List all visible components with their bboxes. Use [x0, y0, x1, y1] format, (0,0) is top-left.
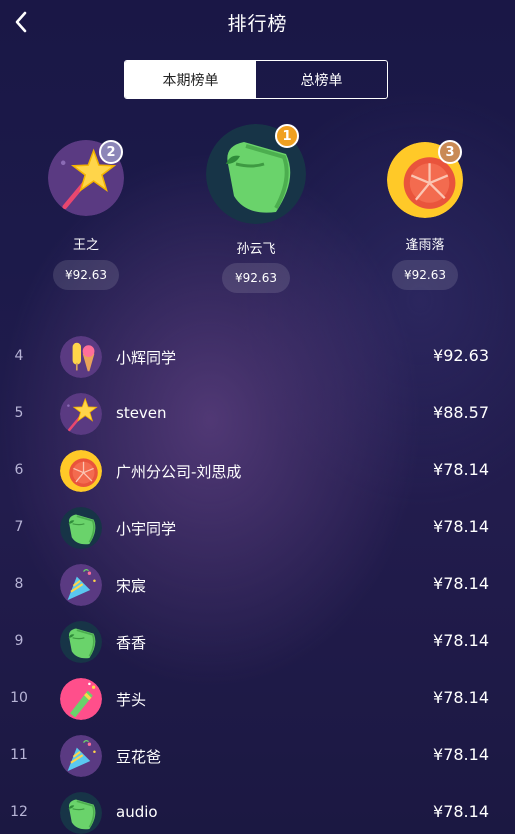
podium-third[interactable]: 3 逢雨落 ¥92.63 — [377, 136, 473, 296]
amount: ¥92.63 — [433, 346, 489, 365]
avatar — [60, 735, 102, 777]
rank-number: 7 — [14, 519, 24, 535]
list-item[interactable]: 5 steven ¥88.57 — [0, 387, 515, 444]
podium-name: 王之 — [72, 238, 99, 253]
avatar — [60, 678, 102, 720]
user-name: 豆花爸 — [116, 748, 162, 766]
rank-number: 12 — [10, 804, 28, 820]
list-item[interactable]: 6 广州分公司-刘思成 ¥78.14 — [0, 444, 515, 501]
podium-amount: ¥92.63 — [53, 260, 119, 290]
rank-number: 8 — [14, 576, 24, 592]
rank-badge: 3 — [438, 140, 462, 164]
green-leaf-icon — [60, 507, 102, 549]
list-item[interactable]: 11 豆花爸 ¥78.14 — [0, 729, 515, 786]
avatar — [60, 450, 102, 492]
rank-badge: 1 — [275, 124, 299, 148]
avatar — [60, 336, 102, 378]
podium-name: 孙云飞 — [236, 242, 276, 257]
header-bar: 排行榜 — [0, 0, 515, 46]
podium-amount: ¥92.63 — [222, 263, 290, 293]
list-item[interactable]: 10 芋头 ¥78.14 — [0, 672, 515, 729]
user-name: 芋头 — [116, 691, 147, 709]
rank-badge: 2 — [99, 140, 123, 164]
amount: ¥78.14 — [433, 574, 489, 593]
list-item[interactable]: 7 小宇同学 ¥78.14 — [0, 501, 515, 558]
user-name: 广州分公司-刘思成 — [116, 463, 242, 481]
avatar — [60, 507, 102, 549]
user-name: 小宇同学 — [116, 520, 177, 538]
green-leaf-icon — [60, 621, 102, 663]
podium-second[interactable]: 2 王之 ¥92.63 — [38, 136, 134, 296]
party-popper-icon — [60, 564, 102, 606]
champagne-icon — [60, 678, 102, 720]
star-wand-icon — [60, 393, 102, 435]
tab-current-period[interactable]: 本期榜单 — [125, 61, 256, 98]
amount: ¥78.14 — [433, 688, 489, 707]
page-title: 排行榜 — [227, 13, 288, 35]
grapefruit-icon — [60, 450, 102, 492]
list-item[interactable]: 12 audio ¥78.14 — [0, 786, 515, 834]
podium-first[interactable]: 1 孙云飞 ¥92.63 — [204, 122, 308, 298]
avatar — [60, 792, 102, 834]
popsicle-icon — [60, 336, 102, 378]
amount: ¥78.14 — [433, 745, 489, 764]
avatar — [60, 621, 102, 663]
avatar — [60, 393, 102, 435]
user-name: 小辉同学 — [116, 349, 177, 367]
rank-number: 9 — [14, 633, 24, 649]
rank-number: 4 — [14, 348, 24, 364]
amount: ¥78.14 — [433, 460, 489, 479]
party-popper-icon — [60, 735, 102, 777]
amount: ¥88.57 — [433, 403, 489, 422]
podium-amount: ¥92.63 — [392, 260, 458, 290]
list-item[interactable]: 4 小辉同学 ¥92.63 — [0, 330, 515, 387]
tab-switcher: 本期榜单 总榜单 — [124, 60, 388, 99]
list-item[interactable]: 9 香香 ¥78.14 — [0, 615, 515, 672]
list-item[interactable]: 8 宋宸 ¥78.14 — [0, 558, 515, 615]
amount: ¥78.14 — [433, 517, 489, 536]
user-name: 香香 — [116, 634, 147, 652]
green-leaf-icon — [60, 792, 102, 834]
user-name: steven — [116, 404, 167, 422]
podium-name: 逢雨落 — [405, 238, 445, 253]
rank-number: 11 — [10, 747, 28, 763]
amount: ¥78.14 — [433, 802, 489, 821]
rank-number: 6 — [14, 462, 24, 478]
user-name: 宋宸 — [116, 577, 147, 595]
user-name: audio — [116, 803, 158, 821]
rank-number: 5 — [14, 405, 24, 421]
amount: ¥78.14 — [433, 631, 489, 650]
rank-number: 10 — [10, 690, 28, 706]
avatar — [60, 564, 102, 606]
tab-overall[interactable]: 总榜单 — [256, 61, 387, 98]
